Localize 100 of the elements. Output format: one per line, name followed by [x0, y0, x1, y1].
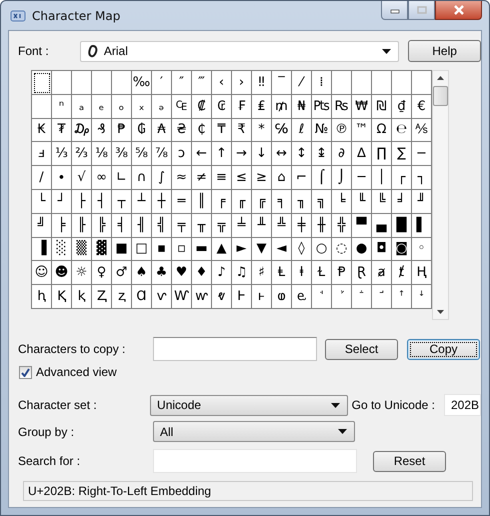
character-cell[interactable]: ▫ — [172, 238, 192, 262]
character-cell[interactable] — [32, 94, 52, 119]
close-button[interactable] — [435, 1, 482, 20]
character-cell[interactable]: ♀ — [92, 261, 112, 286]
character-cell[interactable]: ▲ — [212, 238, 232, 262]
character-cell[interactable]: ╗ — [312, 190, 332, 214]
character-cell[interactable]: ─ — [352, 166, 372, 190]
character-cell[interactable]: ┤ — [92, 190, 112, 214]
character-cell[interactable]: ⱸ — [292, 285, 312, 309]
character-cell[interactable]: ∩ — [132, 166, 152, 190]
reset-button[interactable]: Reset — [373, 450, 446, 472]
character-cell[interactable]: Ⱡ — [272, 261, 292, 286]
character-cell[interactable]: Ɽ — [352, 261, 372, 286]
character-cell[interactable]: ₮ — [52, 118, 72, 142]
character-cell[interactable]: Ɑ — [132, 285, 152, 309]
group-by-dropdown[interactable]: All — [153, 421, 355, 442]
character-cell[interactable]: ₰ — [92, 118, 112, 142]
character-cell[interactable]: ₫ — [392, 94, 412, 119]
character-cell[interactable]: ┬ — [112, 190, 132, 214]
character-cell[interactable]: ┌ — [392, 166, 412, 190]
character-cell[interactable]: ♣ — [152, 261, 172, 286]
character-cell[interactable]: ⱬ — [112, 285, 132, 309]
character-cell[interactable]: ╖ — [292, 190, 312, 214]
character-cell[interactable]: ℮ — [392, 118, 412, 142]
character-cell[interactable]: ╔ — [252, 190, 272, 214]
character-cell[interactable]: ╞ — [52, 214, 72, 238]
character-cell[interactable]: ╘ — [332, 190, 352, 214]
character-cell[interactable]: ◙ — [392, 238, 412, 262]
character-cell[interactable]: ₸ — [212, 118, 232, 142]
character-cell[interactable]: ꜘ — [332, 285, 352, 309]
character-cell[interactable]: ⌠ — [312, 166, 332, 190]
character-cell[interactable]: ₤ — [252, 94, 272, 119]
character-cell[interactable]: ⱥ — [372, 261, 392, 286]
character-cell[interactable]: ╪ — [292, 214, 312, 238]
character-cell[interactable]: ∞ — [92, 166, 112, 190]
maximize-button[interactable] — [408, 1, 435, 20]
character-cell[interactable]: ◌ — [332, 238, 352, 262]
character-cell[interactable]: ⅞ — [152, 142, 172, 166]
character-cell[interactable]: ₔ — [152, 94, 172, 119]
character-cell[interactable]: ꜛ — [392, 285, 412, 309]
character-cell[interactable]: ☻ — [52, 261, 72, 286]
character-cell[interactable]: √ — [72, 166, 92, 190]
character-cell[interactable]: ‼ — [252, 71, 272, 95]
character-cell[interactable] — [332, 71, 352, 95]
character-cell[interactable]: ░ — [52, 238, 72, 262]
character-cell[interactable]: ⁞ — [312, 71, 332, 95]
character-cell[interactable]: ⅝ — [132, 142, 152, 166]
character-cell[interactable]: ∕ — [32, 166, 52, 190]
character-cell[interactable]: ↕ — [292, 142, 312, 166]
character-cell[interactable]: ⱡ — [292, 261, 312, 286]
character-cell[interactable]: ∂ — [332, 142, 352, 166]
character-cell[interactable]: ⅜ — [112, 142, 132, 166]
character-cell[interactable]: ₵ — [192, 118, 212, 142]
character-cell[interactable]: ↔ — [272, 142, 292, 166]
character-cell[interactable]: ╡ — [112, 214, 132, 238]
character-cell[interactable]: ₠ — [172, 94, 192, 119]
character-cell[interactable]: ₹ — [232, 118, 252, 142]
character-cell[interactable]: ⱷ — [272, 285, 292, 309]
character-cell[interactable]: ╫ — [312, 214, 332, 238]
character-cell[interactable]: ″ — [172, 71, 192, 95]
character-cell[interactable]: ○ — [312, 238, 332, 262]
character-cell[interactable]: ⅓ — [52, 142, 72, 166]
character-cell[interactable] — [392, 71, 412, 95]
character-cell[interactable]: ♪ — [212, 261, 232, 286]
character-cell[interactable]: ╛ — [392, 190, 412, 214]
character-cell[interactable]: ꜚ — [372, 285, 392, 309]
selected-character-cell[interactable] — [32, 71, 52, 95]
character-cell[interactable]: ⱨ — [32, 285, 52, 309]
character-cell[interactable]: ╨ — [252, 214, 272, 238]
character-cell[interactable]: › — [232, 71, 252, 95]
character-cell[interactable]: ← — [192, 142, 212, 166]
character-cell[interactable]: ╠ — [92, 214, 112, 238]
character-cell[interactable]: ₳ — [152, 118, 172, 142]
scroll-down-arrow-icon[interactable] — [437, 310, 444, 315]
character-cell[interactable]: ⱶ — [252, 285, 272, 309]
character-cell[interactable]: ⁄ — [292, 71, 312, 95]
character-cell[interactable]: ┼ — [152, 190, 172, 214]
character-cell[interactable]: ♂ — [112, 261, 132, 286]
character-cell[interactable]: ⌐ — [292, 166, 312, 190]
character-cell[interactable]: ╩ — [272, 214, 292, 238]
character-cell[interactable]: ⱦ — [392, 261, 412, 286]
character-cell[interactable]: ⱱ — [152, 285, 172, 309]
character-cell[interactable]: ₑ — [92, 94, 112, 119]
character-cell[interactable]: ╒ — [212, 190, 232, 214]
characters-to-copy-field[interactable] — [153, 337, 317, 361]
character-cell[interactable]: ♫ — [232, 261, 252, 286]
character-cell[interactable]: ₓ — [132, 94, 152, 119]
scroll-up-arrow-icon[interactable] — [437, 75, 444, 80]
character-cell[interactable]: ∏ — [372, 142, 392, 166]
character-cell[interactable]: ⁿ — [52, 94, 72, 119]
character-cell[interactable]: ╧ — [232, 214, 252, 238]
character-cell[interactable]: ₴ — [172, 118, 192, 142]
character-cell[interactable]: ■ — [112, 238, 132, 262]
character-cell[interactable]: ₯ — [72, 118, 92, 142]
character-cell[interactable]: ₭ — [32, 118, 52, 142]
character-cell[interactable]: ▓ — [92, 238, 112, 262]
character-cell[interactable]: ⱪ — [72, 285, 92, 309]
character-cell[interactable]: ▄ — [372, 214, 392, 238]
character-cell[interactable]: Ⱬ — [92, 285, 112, 309]
character-set-dropdown[interactable]: Unicode — [150, 394, 348, 416]
